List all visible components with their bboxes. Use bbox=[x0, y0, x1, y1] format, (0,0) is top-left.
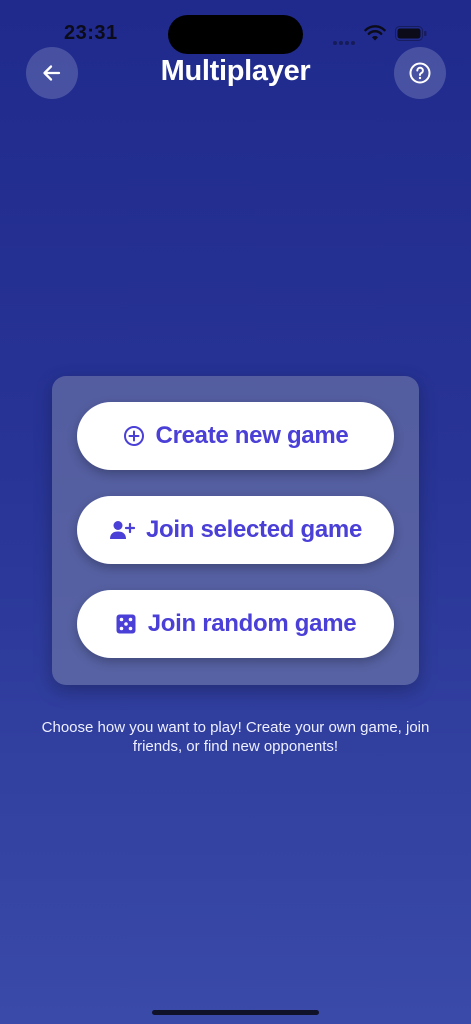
game-options-card: Create new game Join selected game Join … bbox=[52, 376, 419, 685]
create-new-game-button[interactable]: Create new game bbox=[77, 402, 394, 470]
help-button[interactable] bbox=[394, 47, 446, 99]
question-circle-icon bbox=[409, 62, 431, 84]
status-time: 23:31 bbox=[64, 22, 118, 44]
create-new-game-label: Create new game bbox=[155, 422, 349, 449]
join-selected-game-button[interactable]: Join selected game bbox=[77, 496, 394, 564]
join-random-game-label: Join random game bbox=[147, 610, 357, 637]
cellular-signal-icon bbox=[333, 32, 357, 45]
dice-icon bbox=[115, 613, 137, 635]
wifi-icon bbox=[364, 25, 386, 41]
helper-text: Choose how you want to play! Create your… bbox=[41, 719, 430, 755]
dynamic-island bbox=[168, 15, 303, 54]
battery-icon bbox=[395, 26, 427, 41]
plus-circle-icon bbox=[123, 425, 145, 447]
join-random-game-button[interactable]: Join random game bbox=[77, 590, 394, 658]
user-plus-icon bbox=[109, 519, 135, 541]
home-indicator[interactable] bbox=[152, 1010, 319, 1015]
status-bar: 23:31 bbox=[0, 0, 471, 56]
join-selected-game-label: Join selected game bbox=[145, 516, 363, 543]
